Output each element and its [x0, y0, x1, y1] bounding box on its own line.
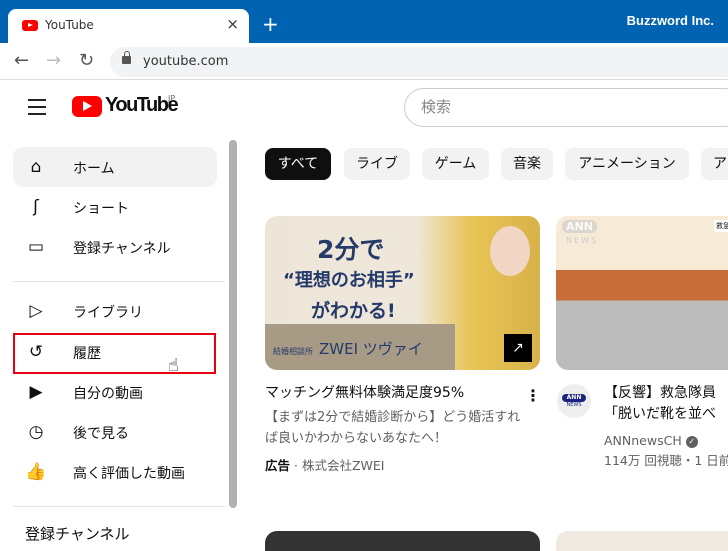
verified-check-icon: ✓	[685, 435, 698, 448]
external-link-icon[interactable]: ↗	[504, 334, 532, 362]
sidebar-item-label: ホーム	[73, 161, 115, 177]
chip-music[interactable]: 音楽	[501, 148, 553, 180]
thumb-text: NEWS	[566, 236, 599, 245]
watch-later-icon: ◷	[28, 422, 44, 442]
video-thumbnail-ad[interactable]: 2分で “理想のお相手” がわかる! 結婚相談所 ZWEI ツヴァイ ↗	[265, 216, 540, 370]
hand-cursor-icon: ☝	[168, 355, 179, 376]
close-tab-icon[interactable]: ×	[226, 15, 239, 33]
video-title[interactable]: マッチング無料体験満足度95%	[265, 383, 464, 404]
shorts-icon: ʃ	[33, 197, 39, 217]
subscriptions-icon: ▭	[27, 237, 45, 257]
video-description: 【まずは2分で結婚診断から】どう婚活すれ	[265, 410, 521, 425]
chip-all[interactable]: すべて	[265, 148, 331, 180]
video-title[interactable]: 「脱いだ靴を並べ	[604, 404, 716, 425]
url-text: youtube.com	[143, 54, 229, 69]
sidebar-item-label: 自分の動画	[73, 386, 143, 402]
region-label: JP	[168, 94, 176, 103]
divider	[13, 281, 225, 282]
channel-avatar[interactable]: ANN NEWS	[557, 384, 591, 418]
video-thumbnail[interactable]	[556, 531, 728, 551]
video-description: ば良いかわからないあなたへ！	[265, 431, 448, 446]
highlight-box	[13, 333, 216, 374]
browser-tab[interactable]: YouTube ×	[8, 9, 249, 43]
subscriptions-section-heading: 登録チャンネル	[25, 525, 130, 543]
browser-tab-bar: YouTube × + Buzzword Inc.	[0, 0, 728, 43]
sidebar-item-library[interactable]: ▷ ライブラリ	[13, 291, 217, 331]
hamburger-menu-icon[interactable]	[28, 99, 46, 120]
home-icon: ⌂	[30, 157, 42, 177]
video-title[interactable]: 【反響】救急隊員	[604, 383, 716, 404]
thumb-text: 2分で	[317, 235, 385, 264]
lock-icon	[122, 51, 131, 64]
thumb-text: 救急隊員	[714, 220, 728, 232]
advertiser-name[interactable]: 株式会社ZWEI	[302, 458, 385, 473]
reload-icon[interactable]: ↻	[79, 50, 94, 71]
sidebar-item-your-videos[interactable]: ▶ 自分の動画	[13, 372, 217, 412]
your-videos-icon: ▶	[29, 382, 43, 402]
sidebar-item-label: ライブラリ	[73, 305, 143, 321]
video-thumbnail[interactable]: ANN NEWS 救急隊員	[556, 216, 728, 370]
sidebar-item-label: 後で見る	[73, 426, 129, 442]
chip-games[interactable]: ゲーム	[422, 148, 489, 180]
browser-toolbar: ← → ↻ youtube.com	[0, 43, 728, 80]
video-thumbnail[interactable]	[265, 531, 540, 551]
sidebar-item-label: ショート	[73, 201, 129, 217]
library-icon: ▷	[29, 301, 43, 321]
channel-name[interactable]: ANNnewsCH	[604, 433, 682, 448]
sidebar-item-liked-videos[interactable]: 👍 高く評価した動画	[13, 452, 217, 492]
brand-logo: 結婚相談所 ZWEI ツヴァイ	[273, 340, 423, 358]
chip-more[interactable]: ア	[701, 148, 728, 180]
more-options-icon[interactable]: ⋮	[525, 386, 541, 405]
thumb-text: がわかる!	[311, 300, 396, 322]
sidebar-item-watch-later[interactable]: ◷ 後で見る	[13, 412, 217, 452]
sidebar-item-shorts[interactable]: ʃ ショート	[13, 187, 217, 227]
sidebar-item-label: 高く評価した動画	[73, 466, 185, 482]
ad-badge: 広告	[265, 458, 291, 473]
youtube-favicon-icon	[22, 20, 38, 31]
person-image	[490, 226, 530, 276]
sidebar-scrollbar[interactable]	[229, 140, 237, 508]
back-arrow-icon[interactable]: ←	[14, 50, 29, 71]
thumbs-up-icon: 👍	[25, 462, 47, 482]
sidebar-item-home[interactable]: ⌂ ホーム	[13, 147, 217, 187]
video-views: 114万 回視聴・1 日前	[604, 453, 728, 468]
chip-live[interactable]: ライブ	[344, 148, 410, 180]
new-tab-button[interactable]: +	[262, 12, 279, 36]
divider	[13, 506, 225, 507]
youtube-logo-icon[interactable]	[72, 96, 102, 117]
profile-name[interactable]: Buzzword Inc.	[627, 13, 714, 28]
sidebar-item-label: 登録チャンネル	[73, 241, 171, 257]
sidebar-item-subscriptions[interactable]: ▭ 登録チャンネル	[13, 227, 217, 267]
forward-arrow-icon[interactable]: →	[46, 50, 61, 71]
youtube-logo-text[interactable]: YouTube	[105, 94, 179, 117]
search-input[interactable]: 検索	[404, 88, 728, 127]
thumb-text: ANN	[562, 220, 597, 233]
address-bar[interactable]: youtube.com	[110, 47, 728, 77]
thumb-text: “理想のお相手”	[283, 270, 415, 291]
chip-animation[interactable]: アニメーション	[565, 148, 689, 180]
tab-title: YouTube	[45, 18, 94, 32]
